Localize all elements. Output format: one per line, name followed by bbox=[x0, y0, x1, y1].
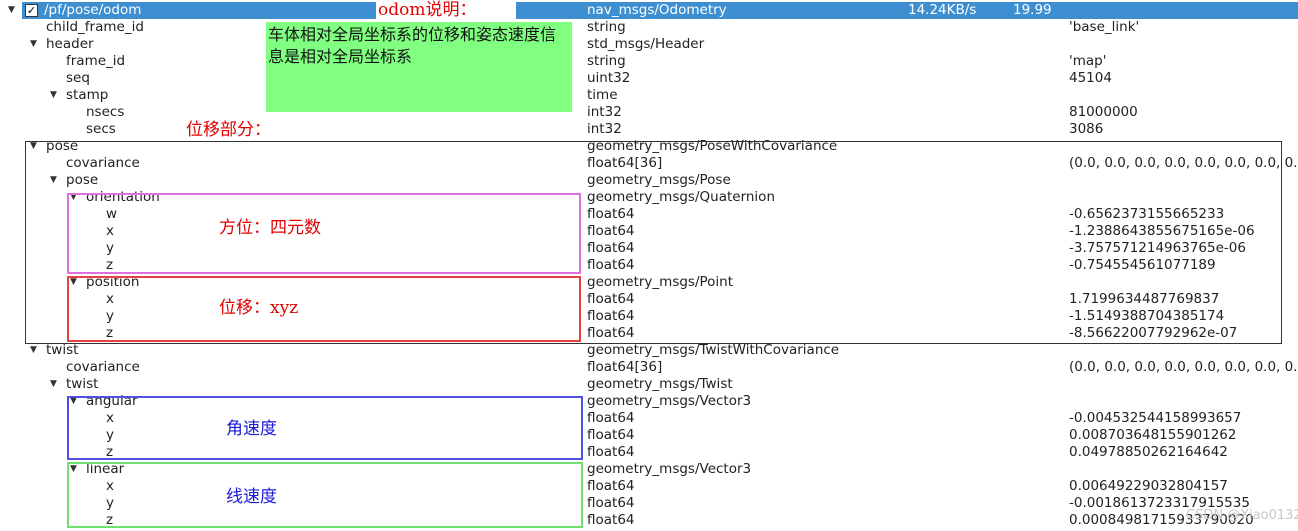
tree-row[interactable]: ▼ stamp time bbox=[0, 87, 1298, 104]
row-name: covariance bbox=[66, 359, 140, 375]
tree-row[interactable]: covariance float64[36] (0.0, 0.0, 0.0, 0… bbox=[0, 359, 1298, 376]
position-note-label: 位移：xyz bbox=[219, 298, 299, 318]
angular-highlight-box bbox=[67, 396, 583, 460]
position-highlight-box bbox=[67, 276, 581, 342]
tree-row[interactable]: nsecs int32 81000000 bbox=[0, 104, 1298, 121]
collapse-arrow-icon[interactable]: ▼ bbox=[8, 2, 15, 19]
description-note-text: 车体相对全局坐标系的位移和姿态速度信息是相对全局坐标系 bbox=[268, 25, 557, 66]
row-value: 0.04978850262164642 bbox=[1069, 444, 1228, 460]
position-part-label: 位移部分： bbox=[186, 120, 271, 140]
row-value: 0.00649229032804157 bbox=[1069, 478, 1228, 494]
row-type: float64 bbox=[587, 512, 635, 528]
row-type: geometry_msgs/Vector3 bbox=[587, 393, 752, 409]
topic-checkbox[interactable]: ✓ bbox=[25, 4, 38, 17]
row-value: 3086 bbox=[1069, 121, 1104, 137]
collapse-arrow-icon[interactable]: ▼ bbox=[50, 376, 57, 393]
row-type: float64 bbox=[587, 478, 635, 494]
row-value: 'map' bbox=[1069, 53, 1107, 69]
collapse-arrow-icon[interactable]: ▼ bbox=[30, 342, 37, 359]
row-type: float64[36] bbox=[587, 359, 663, 375]
row-value: 81000000 bbox=[1069, 104, 1138, 120]
topic-row-odom[interactable]: ▼ ✓ /pf/pose/odom nav_msgs/Odometry 14.2… bbox=[0, 2, 1298, 19]
row-value: 45104 bbox=[1069, 70, 1112, 86]
tree-row[interactable]: ▼ twist geometry_msgs/TwistWithCovarianc… bbox=[0, 342, 1298, 359]
row-type: time bbox=[587, 87, 618, 103]
collapse-arrow-icon[interactable]: ▼ bbox=[50, 87, 57, 104]
tree-row[interactable]: ▼ twist geometry_msgs/Twist bbox=[0, 376, 1298, 393]
row-type: float64 bbox=[587, 444, 635, 460]
row-type: geometry_msgs/TwistWithCovariance bbox=[587, 342, 840, 358]
row-type: nav_msgs/Odometry bbox=[587, 2, 727, 18]
row-value: (0.0, 0.0, 0.0, 0.0, 0.0, 0.0, 0.0, 0.0,… bbox=[1069, 359, 1298, 375]
row-type: string bbox=[587, 19, 626, 35]
watermark: CSDN @Xiao01326 bbox=[1186, 508, 1298, 523]
orientation-highlight-box bbox=[67, 193, 581, 274]
angular-note-label: 角速度 bbox=[226, 419, 277, 439]
row-bandwidth: 14.24KB/s bbox=[908, 2, 977, 18]
row-name: frame_id bbox=[66, 53, 126, 69]
collapse-arrow-icon[interactable]: ▼ bbox=[30, 36, 37, 53]
linear-note-label: 线速度 bbox=[226, 487, 277, 507]
row-name: twist bbox=[66, 376, 99, 392]
row-type: geometry_msgs/Twist bbox=[587, 376, 733, 392]
row-type: geometry_msgs/Vector3 bbox=[587, 461, 752, 477]
tree-row[interactable]: ▼ header std_msgs/Header bbox=[0, 36, 1298, 53]
row-type: uint32 bbox=[587, 70, 631, 86]
row-type: float64 bbox=[587, 427, 635, 443]
row-name: seq bbox=[66, 70, 90, 86]
linear-highlight-box bbox=[67, 462, 583, 528]
row-name: header bbox=[46, 36, 94, 52]
tree-row[interactable]: seq uint32 45104 bbox=[0, 70, 1298, 87]
tree-row[interactable]: frame_id string 'map' bbox=[0, 53, 1298, 70]
odom-note-title: odom说明： bbox=[378, 0, 477, 20]
row-type: float64 bbox=[587, 410, 635, 426]
row-value: 0.008703648155901262 bbox=[1069, 427, 1237, 443]
row-type: int32 bbox=[587, 104, 622, 120]
row-value: 'base_link' bbox=[1069, 19, 1140, 35]
orientation-note-label: 方位：四元数 bbox=[219, 218, 321, 238]
row-name: stamp bbox=[66, 87, 109, 103]
row-name: secs bbox=[86, 121, 116, 137]
tree-row[interactable]: child_frame_id string 'base_link' bbox=[0, 19, 1298, 36]
row-value: -0.004532544158993657 bbox=[1069, 410, 1242, 426]
row-name: twist bbox=[46, 342, 79, 358]
row-hz: 19.99 bbox=[1013, 2, 1052, 18]
row-type: float64 bbox=[587, 495, 635, 511]
row-name: /pf/pose/odom bbox=[44, 2, 142, 18]
row-type: std_msgs/Header bbox=[587, 36, 705, 52]
row-name: child_frame_id bbox=[46, 19, 144, 35]
row-name: nsecs bbox=[86, 104, 125, 120]
row-type: int32 bbox=[587, 121, 622, 137]
row-type: string bbox=[587, 53, 626, 69]
